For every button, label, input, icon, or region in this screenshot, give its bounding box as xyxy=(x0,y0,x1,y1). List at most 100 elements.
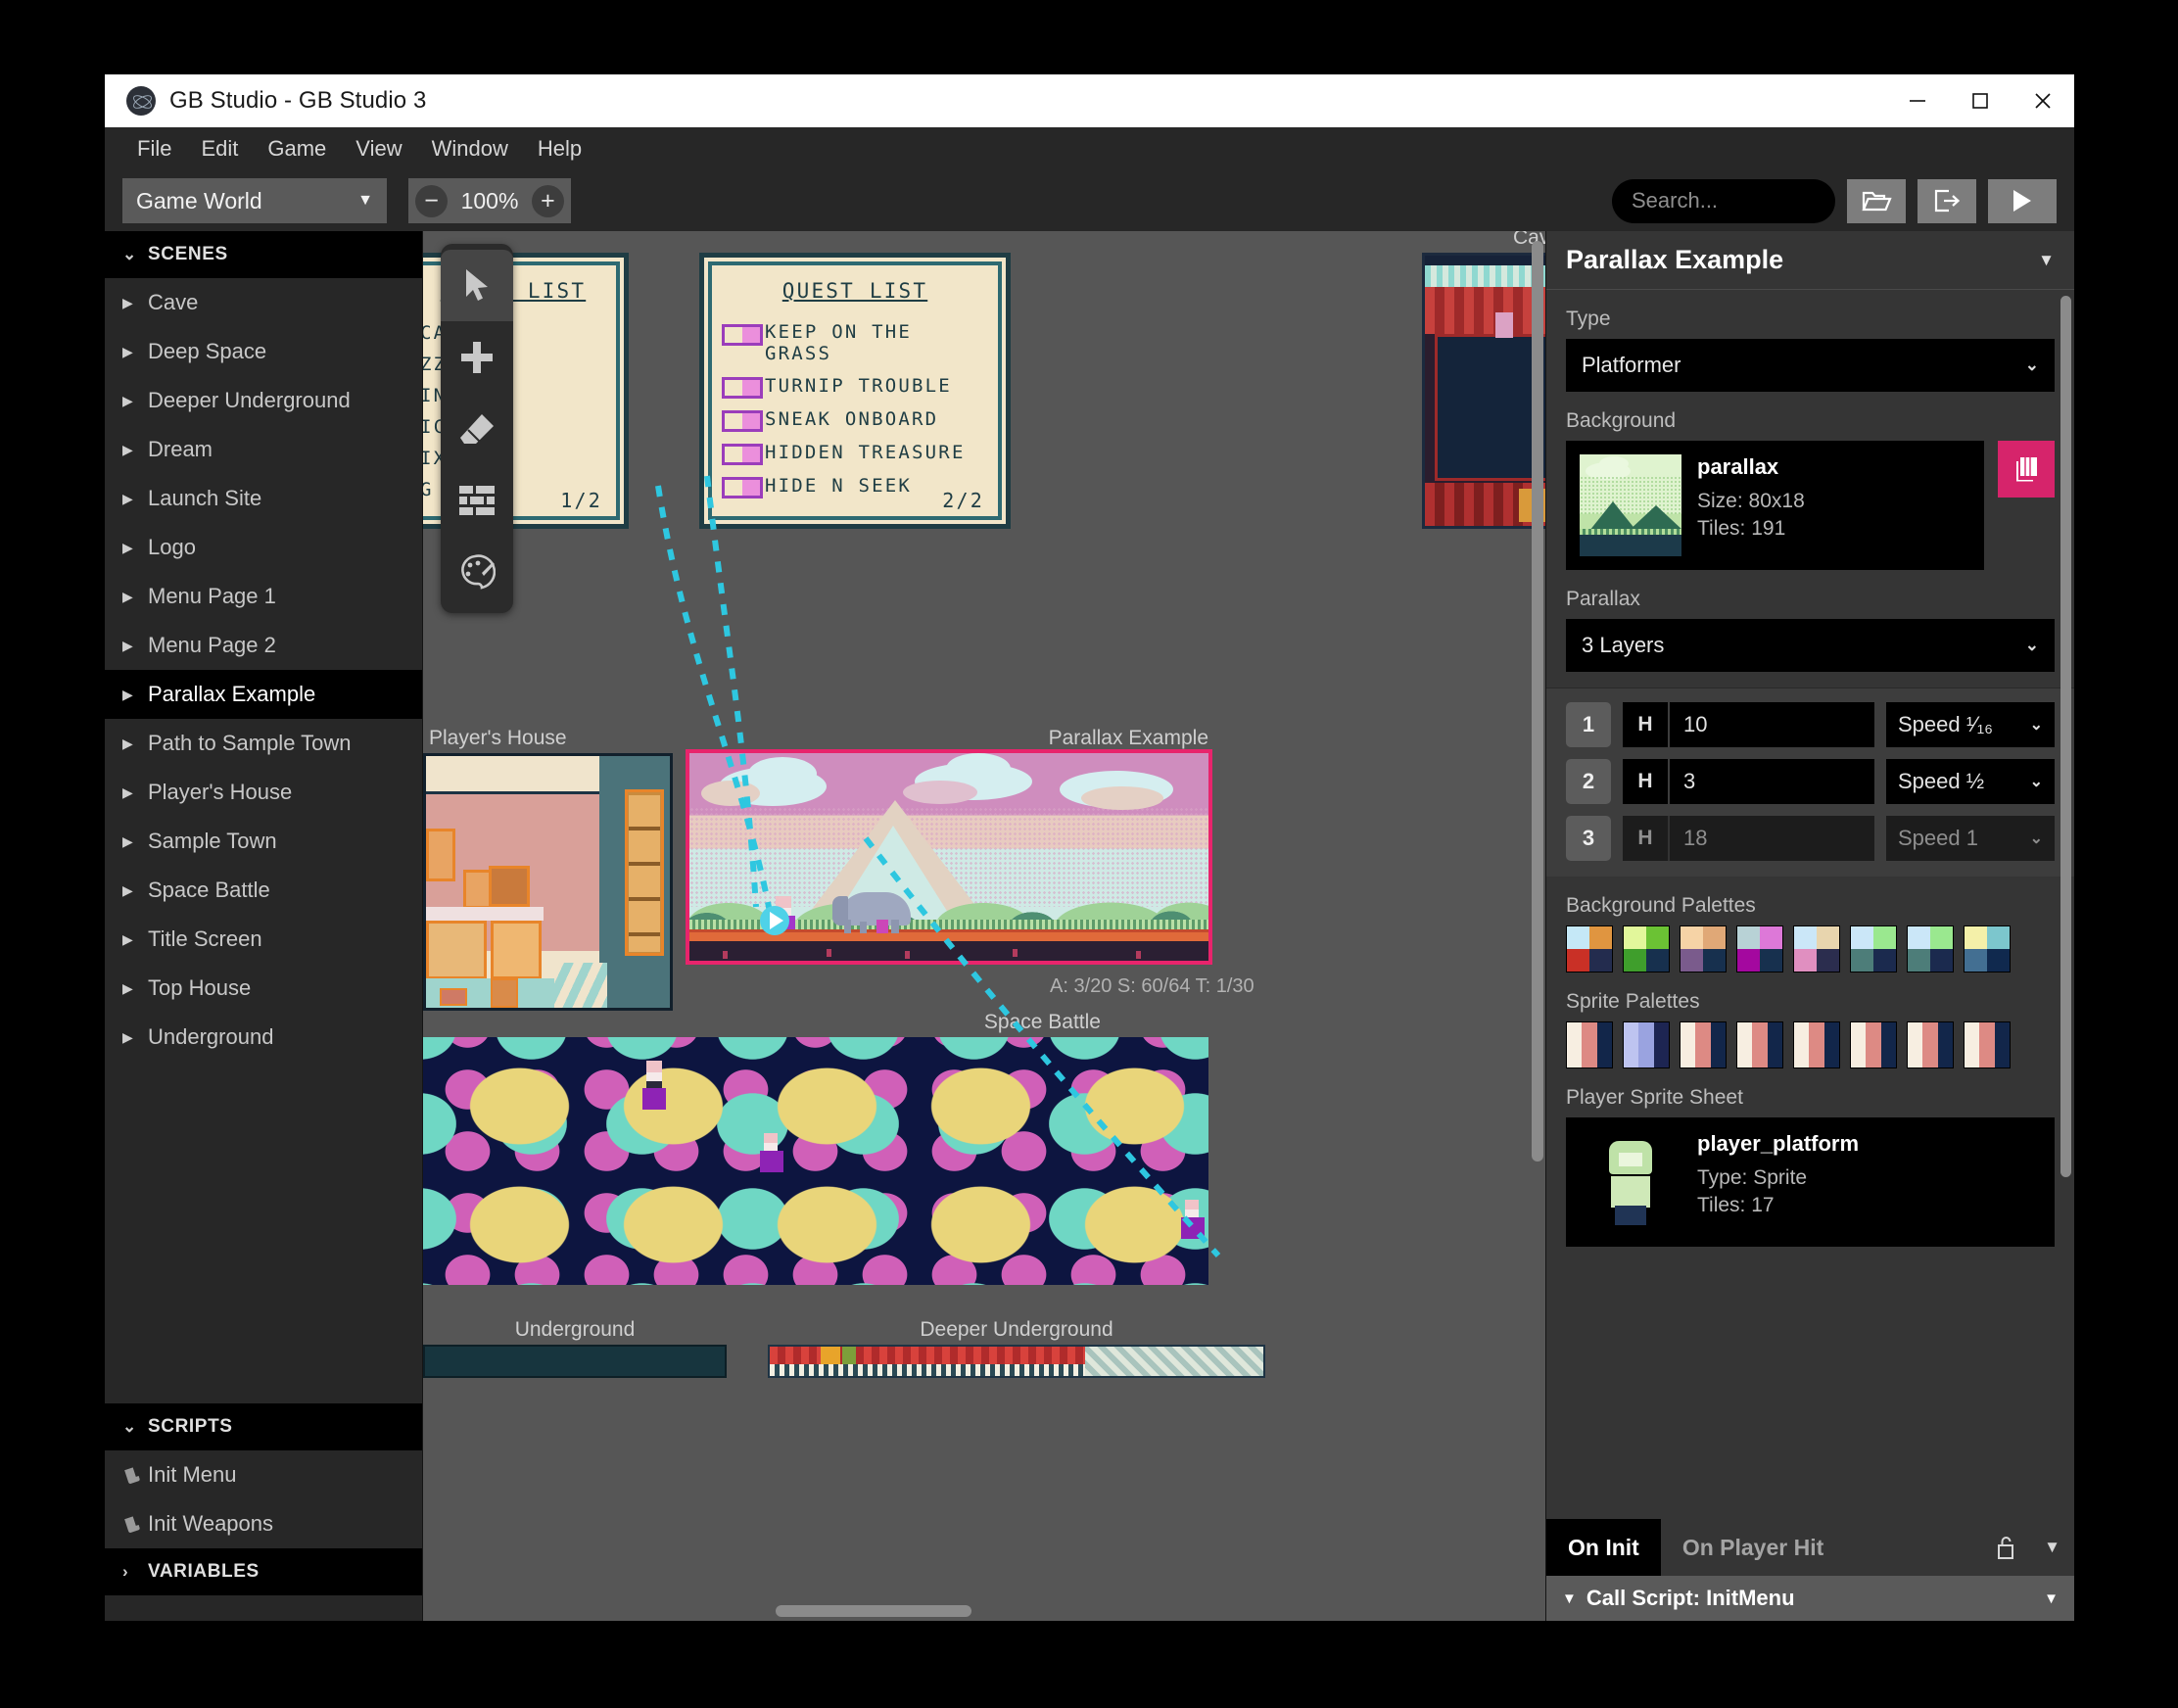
minimize-button[interactable] xyxy=(1886,74,1949,127)
maximize-button[interactable] xyxy=(1949,74,2012,127)
chevron-down-icon: ▼ xyxy=(357,192,373,210)
export-project-button[interactable] xyxy=(1918,179,1976,223)
scene-cave[interactable]: Cave xyxy=(1422,253,1545,529)
open-project-folder-button[interactable] xyxy=(1847,179,1906,223)
scene-item-label: Player's House xyxy=(148,780,292,805)
edit-background-layers-button[interactable] xyxy=(1998,441,2055,498)
app-logo-icon xyxy=(126,86,156,116)
layer-height-input[interactable]: H 3 xyxy=(1623,759,1874,804)
layer-speed-select[interactable]: Speed ¹⁄₁₆ ⌄ xyxy=(1886,702,2055,747)
script-event-call-script[interactable]: ▼ Call Script: InitMenu ▼ xyxy=(1546,1576,2074,1621)
sidebar-scene-space-battle[interactable]: ▶Space Battle xyxy=(105,866,422,915)
inspector-scrollbar[interactable] xyxy=(2060,296,2071,1177)
sidebar-script-init-weapons[interactable]: Init Weapons xyxy=(105,1499,422,1548)
tab-on-player-hit[interactable]: On Player Hit xyxy=(1661,1519,1845,1576)
sprite-palette-swatch[interactable] xyxy=(1793,1021,1840,1068)
colors-tool[interactable] xyxy=(441,536,513,607)
palette-color xyxy=(1567,926,1589,949)
menu-help[interactable]: Help xyxy=(523,132,596,166)
background-palette-swatch[interactable] xyxy=(1850,925,1897,973)
world-canvas[interactable]: Cave QUEST LIST CAT ZZLE ING xyxy=(423,231,1545,1621)
scene-deeper-underground[interactable]: Deeper Underground xyxy=(768,1345,1265,1378)
sidebar-scene-players-house[interactable]: ▶Player's House xyxy=(105,768,422,817)
player-sprite-card[interactable]: player_platform Type: Sprite Tiles: 17 xyxy=(1566,1117,2055,1247)
menu-window[interactable]: Window xyxy=(417,132,523,166)
tab-on-init[interactable]: On Init xyxy=(1546,1519,1661,1576)
sidebar-scene-title-screen[interactable]: ▶Title Screen xyxy=(105,915,422,964)
sidebar-scene-top-house[interactable]: ▶Top House xyxy=(105,964,422,1013)
background-palette-swatch[interactable] xyxy=(1964,925,2011,973)
background-palette-swatch[interactable] xyxy=(1566,925,1613,973)
background-palette-swatch[interactable] xyxy=(1907,925,1954,973)
checkbox-sprite xyxy=(722,477,763,498)
sidebar-scene-launch-site[interactable]: ▶Launch Site xyxy=(105,474,422,523)
chevron-right-icon: ▶ xyxy=(122,638,148,654)
sprite-palette-swatch[interactable] xyxy=(1850,1021,1897,1068)
close-button[interactable] xyxy=(2012,74,2074,127)
menu-edit[interactable]: Edit xyxy=(186,132,253,166)
run-game-button[interactable] xyxy=(1988,179,2057,223)
background-palette-swatch[interactable] xyxy=(1680,925,1727,973)
chevron-right-icon: ▶ xyxy=(122,295,148,311)
sidebar-scene-sample-town[interactable]: ▶Sample Town xyxy=(105,817,422,866)
palette-color xyxy=(1995,1022,2010,1068)
scene-start-marker[interactable] xyxy=(760,906,789,935)
sidebar-script-init-menu[interactable]: Init Menu xyxy=(105,1450,422,1499)
menu-view[interactable]: View xyxy=(341,132,416,166)
world-select-dropdown[interactable]: Game World ▼ xyxy=(122,178,387,223)
sidebar-scene-path-to-sample-town[interactable]: ▶Path to Sample Town xyxy=(105,719,422,768)
variables-section-header[interactable]: › VARIABLES xyxy=(105,1548,422,1595)
scenes-section-header[interactable]: ⌄ SCENES xyxy=(105,231,422,278)
collisions-tool[interactable] xyxy=(441,464,513,536)
sidebar-scene-cave[interactable]: ▶Cave xyxy=(105,278,422,327)
layer-height-input[interactable]: H 10 xyxy=(1623,702,1874,747)
export-icon xyxy=(1932,187,1962,214)
app-window: GB Studio - GB Studio 3 File Edit Game V… xyxy=(105,74,2074,1621)
script-panel-collapse-button[interactable]: ▼ xyxy=(2030,1519,2074,1576)
sprite-palette-swatch[interactable] xyxy=(1680,1021,1727,1068)
scene-parallax-example[interactable]: Parallax Example xyxy=(689,753,1208,961)
background-palette-swatch[interactable] xyxy=(1736,925,1783,973)
scene-menu-page-2[interactable]: QUEST LIST KEEP ON THE GRASS TURNIP TROU… xyxy=(699,253,1011,529)
search-input[interactable]: Search... xyxy=(1612,179,1835,223)
select-tool[interactable] xyxy=(441,250,513,321)
chevron-right-icon: ▶ xyxy=(122,784,148,801)
sidebar-scene-parallax-example[interactable]: ▶Parallax Example xyxy=(105,670,422,719)
scene-players-house[interactable]: Player's House xyxy=(423,753,673,1011)
parallax-layers-select[interactable]: 3 Layers ⌄ xyxy=(1566,619,2055,672)
sidebar-scene-deeper-underground[interactable]: ▶Deeper Underground xyxy=(105,376,422,425)
palette-color xyxy=(1737,1022,1752,1068)
chevron-down-icon[interactable]: ▼ xyxy=(2038,251,2055,270)
sidebar-scene-dream[interactable]: ▶Dream xyxy=(105,425,422,474)
chevron-right-icon: ▶ xyxy=(122,344,148,360)
scene-space-battle[interactable]: Space Battle xyxy=(423,1037,1208,1285)
sidebar-scene-deep-space[interactable]: ▶Deep Space xyxy=(105,327,422,376)
scripts-section-header[interactable]: ⌄ SCRIPTS xyxy=(105,1403,422,1450)
background-palette-swatch[interactable] xyxy=(1623,925,1670,973)
lock-script-button[interactable] xyxy=(1981,1519,2030,1576)
sprite-palette-swatch[interactable] xyxy=(1566,1021,1613,1068)
background-palette-swatch[interactable] xyxy=(1793,925,1840,973)
layer-speed-select[interactable]: Speed ½ ⌄ xyxy=(1886,759,2055,804)
canvas-horizontal-scrollbar[interactable] xyxy=(776,1605,971,1617)
eraser-tool[interactable] xyxy=(441,393,513,464)
sidebar-scene-underground[interactable]: ▶Underground xyxy=(105,1013,422,1062)
scene-type-select[interactable]: Platformer ⌄ xyxy=(1566,339,2055,392)
sprite-palette-swatch[interactable] xyxy=(1623,1021,1670,1068)
background-asset-card[interactable]: parallax Size: 80x18 Tiles: 191 xyxy=(1566,441,1984,570)
sprite-palette-swatch[interactable] xyxy=(1964,1021,2011,1068)
zoom-out-button[interactable]: − xyxy=(415,185,448,217)
sprite-palette-swatch[interactable] xyxy=(1907,1021,1954,1068)
add-tool[interactable] xyxy=(441,321,513,393)
sidebar-scene-menu-page-1[interactable]: ▶Menu Page 1 xyxy=(105,572,422,621)
canvas-vertical-scrollbar[interactable] xyxy=(1532,241,1543,1162)
sidebar-scene-logo[interactable]: ▶Logo xyxy=(105,523,422,572)
palette-color xyxy=(1930,926,1953,949)
scene-underground[interactable]: Underground xyxy=(423,1345,727,1378)
menu-file[interactable]: File xyxy=(122,132,186,166)
sprite-palette-swatch[interactable] xyxy=(1736,1021,1783,1068)
zoom-in-button[interactable]: + xyxy=(532,185,564,217)
sidebar-scene-menu-page-2[interactable]: ▶Menu Page 2 xyxy=(105,621,422,670)
chevron-down-icon: ⌄ xyxy=(2030,715,2043,735)
menu-game[interactable]: Game xyxy=(253,132,341,166)
